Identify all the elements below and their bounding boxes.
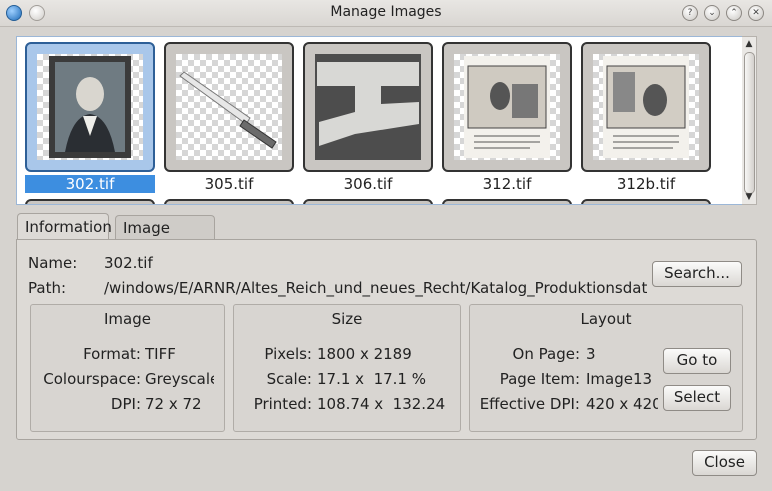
format-label: Format:: [83, 345, 141, 363]
select-button[interactable]: Select: [663, 385, 731, 411]
page-item-value: Image13: [586, 370, 653, 388]
layout-group: Layout On Page: 3 Page Item: Image13 Eff…: [469, 304, 743, 432]
colourspace-value: Greyscale: [145, 370, 214, 388]
thumbnail-frame: [25, 199, 155, 204]
thumbnail-frame: [303, 199, 433, 204]
name-label: Name:: [28, 254, 78, 272]
gallery-item-label: 312b.tif: [616, 175, 676, 193]
gallery-scrollbar[interactable]: ▲ ▼: [742, 36, 757, 205]
printed-value: 108.74 x 132.24 mm: [317, 395, 450, 413]
window-title: Manage Images: [330, 4, 442, 20]
thumbnail-frame: [442, 42, 572, 172]
gallery-item[interactable]: 306.tif: [303, 42, 433, 193]
gallery-item[interactable]: 305.tif: [164, 42, 294, 193]
gallery-item[interactable]: [25, 199, 155, 204]
close-button[interactable]: Close: [692, 450, 757, 476]
gallery-item[interactable]: 312b.tif: [581, 42, 711, 193]
size-group: Size Pixels: 1800 x 2189 Scale: 17.1 x 1…: [233, 304, 461, 432]
cloth-thumbnail: [315, 54, 421, 160]
gallery-item[interactable]: 302.tif: [25, 42, 155, 193]
scroll-up-icon[interactable]: ▲: [742, 38, 756, 50]
format-value: TIFF: [145, 345, 176, 363]
close-window-icon[interactable]: ✕: [748, 5, 764, 21]
on-page-value: 3: [586, 345, 596, 363]
gallery-item-label: 305.tif: [204, 175, 254, 193]
thumbnail-frame: [164, 42, 294, 172]
path-value: /windows/E/ARNR/Altes_Reich_und_neues_Re…: [104, 279, 647, 297]
dpi-label: DPI:: [110, 395, 141, 413]
image-group-title: Image: [104, 310, 151, 328]
thumbnail-frame: [25, 42, 155, 172]
pixels-value: 1800 x 2189: [317, 345, 412, 363]
go-to-button[interactable]: Go to: [663, 348, 731, 374]
thumbnail-frame: [164, 199, 294, 204]
scroll-down-icon[interactable]: ▼: [742, 191, 756, 203]
pixels-label: Pixels:: [264, 345, 312, 363]
tab-image-tools[interactable]: Image Tools: [115, 215, 215, 261]
portrait-thumbnail: [37, 54, 143, 160]
scale-value: 17.1 x 17.1 %: [317, 370, 426, 388]
engraving-thumbnail: [593, 54, 699, 160]
thumbnail-frame: [303, 42, 433, 172]
name-value: 302.tif: [104, 254, 153, 272]
gallery-item[interactable]: [581, 199, 711, 204]
scrollbar-thumb[interactable]: [744, 52, 755, 194]
title-bar: Manage Images ? ⌄ ⌃ ✕: [0, 0, 772, 27]
gallery-item[interactable]: [164, 199, 294, 204]
help-icon[interactable]: ?: [682, 5, 698, 21]
gallery-item[interactable]: [442, 199, 572, 204]
page-item-label: Page Item:: [499, 370, 580, 388]
image-gallery[interactable]: 302.tif 305.tif 306.tif 312.tif 312b.tif: [16, 36, 744, 205]
minimize-icon[interactable]: ⌄: [704, 5, 720, 21]
engraving-thumbnail: [454, 54, 560, 160]
effective-dpi-label: Effective DPI:: [479, 395, 580, 413]
thumbnail-frame: [581, 42, 711, 172]
on-page-label: On Page:: [512, 345, 580, 363]
gallery-item-label: 306.tif: [343, 175, 393, 193]
layout-group-title: Layout: [580, 310, 632, 328]
dpi-value: 72 x 72: [145, 395, 202, 413]
size-group-title: Size: [331, 310, 363, 328]
tab-information[interactable]: Information: [17, 213, 112, 241]
gallery-item-label: 302.tif: [25, 175, 155, 193]
knife-thumbnail: [176, 54, 282, 160]
scale-label: Scale:: [266, 370, 312, 388]
maximize-icon[interactable]: ⌃: [726, 5, 742, 21]
gallery-item[interactable]: 312.tif: [442, 42, 572, 193]
information-panel: Name: 302.tif Path: /windows/E/ARNR/Alte…: [16, 239, 757, 440]
thumbnail-frame: [442, 199, 572, 204]
gallery-item-label: 312.tif: [482, 175, 532, 193]
colourspace-label: Colourspace:: [43, 370, 141, 388]
printed-label: Printed:: [253, 395, 312, 413]
path-label: Path:: [28, 279, 67, 297]
search-button[interactable]: Search...: [652, 261, 742, 287]
effective-dpi-value: 420 x 420: [586, 395, 658, 413]
gallery-item[interactable]: [303, 199, 433, 204]
image-group: Image Format: TIFF Colourspace: Greyscal…: [30, 304, 225, 432]
thumbnail-frame: [581, 199, 711, 204]
